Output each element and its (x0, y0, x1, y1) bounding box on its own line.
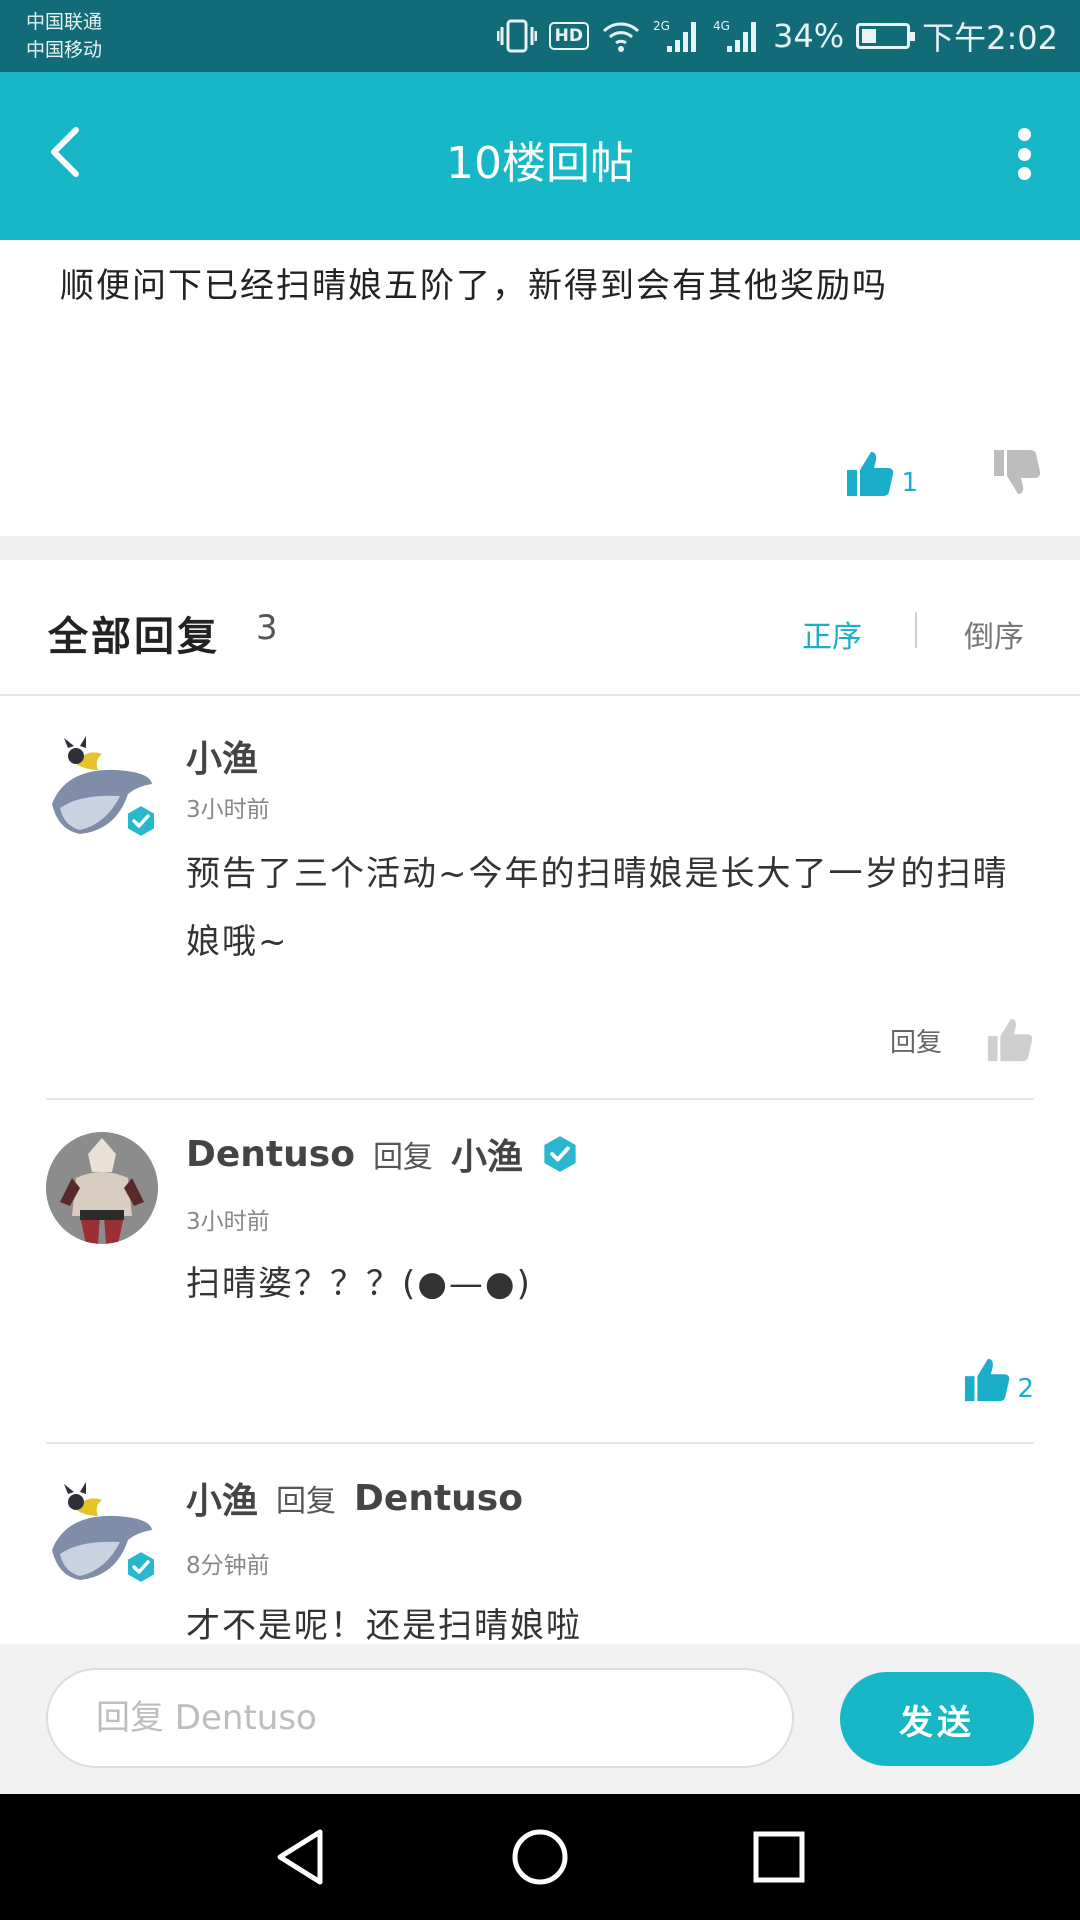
thumbs-down-icon (994, 450, 1041, 494)
reply-time: 3小时前 (186, 797, 270, 823)
replies-count: 3 (256, 608, 278, 648)
reply-composer: 发送 (0, 1644, 1080, 1794)
post-dislike-button[interactable] (992, 448, 1042, 500)
reply-author-line: 小渔 回复 Dentuso (186, 1472, 523, 1524)
home-circle-icon[interactable] (507, 1824, 573, 1890)
sort-divider (915, 612, 917, 648)
post-content: 顺便问下已经扫晴娘五阶了，新得到会有其他奖励吗 (60, 266, 888, 306)
page-title: 10楼回帖 (446, 138, 634, 189)
status-bar: 中国联通 中国移动 HD 2G 4G 34% 下午2:02 (0, 0, 1080, 72)
section-separator (0, 536, 1080, 560)
reply-to-user[interactable]: Dentuso (354, 1478, 523, 1519)
hd-icon: HD (548, 22, 589, 50)
carrier-1: 中国联通 (26, 11, 103, 33)
svg-text:2G: 2G (653, 19, 670, 33)
carrier-info: 中国联通 中国移动 (26, 8, 102, 64)
avatar[interactable] (46, 1132, 158, 1244)
reply-input[interactable] (46, 1668, 794, 1768)
clock: 下午2:02 (922, 19, 1058, 57)
more-dot-icon (1017, 167, 1031, 180)
more-dot-icon (1017, 147, 1031, 161)
reply-content: 预告了三个活动~今年的扫晴娘是长大了一岁的扫晴娘哦~ (186, 854, 1009, 962)
sort-ascending-tab[interactable]: 正序 (802, 612, 862, 656)
sort-descending-tab[interactable]: 倒序 (964, 612, 1024, 656)
reply-actions: 回复 (890, 1016, 1034, 1064)
svg-text:4G: 4G (713, 19, 730, 33)
reply-button[interactable]: 回复 (890, 1022, 942, 1059)
system-nav-bar (0, 1794, 1080, 1920)
avatar[interactable] (46, 734, 158, 846)
more-options-button[interactable] (1004, 124, 1044, 184)
replies-header: 全部回复 3 正序 倒序 (0, 560, 1080, 696)
verified-badge-icon (126, 1550, 156, 1584)
replies-title: 全部回复 (48, 614, 220, 660)
reply-time: 3小时前 (186, 1209, 270, 1235)
reply-like-button[interactable]: 2 (963, 1356, 1034, 1404)
send-button[interactable]: 发送 (840, 1672, 1034, 1766)
reply-author-line: 小渔 (186, 730, 258, 782)
reply-author[interactable]: 小渔 (186, 1472, 258, 1524)
post-like-button[interactable]: 1 (845, 450, 918, 498)
post-vote-bar: 1 (845, 448, 1042, 500)
signal-4g-icon: 4G (713, 19, 756, 52)
reply-to-label: 回复 (372, 1140, 433, 1175)
reply-content: 扫晴婆？？？(●—●) (186, 1264, 532, 1304)
reply-actions: 2 (963, 1356, 1034, 1404)
reply-item: Dentuso 回复 小渔 3小时前 扫晴婆？？？(●—●) 2 (0, 1100, 1080, 1444)
avatar-character-icon (46, 1132, 158, 1244)
reply-content: 才不是呢！还是扫晴娘啦 (186, 1606, 582, 1644)
reply-item: 小渔 3小时前 预告了三个活动~今年的扫晴娘是长大了一岁的扫晴娘哦~ 回复 (0, 698, 1080, 1098)
battery-icon (856, 23, 916, 49)
verified-badge-icon (544, 1136, 576, 1172)
recents-square-icon[interactable] (746, 1824, 812, 1890)
reply-like-count: 2 (1017, 1374, 1034, 1404)
reply-to-label: 回复 (276, 1484, 337, 1519)
status-icons: HD 2G 4G 34% 下午2:02 (496, 14, 1058, 58)
avatar[interactable] (46, 1480, 158, 1592)
thumbs-up-icon (965, 1358, 1010, 1402)
more-dot-icon (1017, 128, 1031, 141)
reply-to-user[interactable]: 小渔 (451, 1128, 523, 1180)
reply-author-line: Dentuso 回复 小渔 (186, 1128, 579, 1180)
back-triangle-icon[interactable] (268, 1824, 334, 1890)
wifi-icon (602, 22, 640, 52)
thumbs-up-icon[interactable] (986, 1016, 1034, 1064)
reply-author[interactable]: 小渔 (186, 730, 258, 782)
battery-percent: 34% (773, 17, 845, 55)
signal-2g-icon: 2G (653, 19, 696, 52)
carrier-2: 中国移动 (26, 39, 103, 61)
post-like-count: 1 (901, 468, 918, 498)
reply-item: 小渔 回复 Dentuso 8分钟前 才不是呢！还是扫晴娘啦 (0, 1444, 1080, 1644)
vibrate-icon (496, 19, 537, 53)
thumbs-up-icon (847, 452, 894, 496)
verified-badge-icon (126, 804, 156, 838)
app-bar: 10楼回帖 (0, 72, 1080, 240)
reply-author[interactable]: Dentuso (186, 1134, 355, 1175)
reply-time: 8分钟前 (186, 1553, 270, 1579)
